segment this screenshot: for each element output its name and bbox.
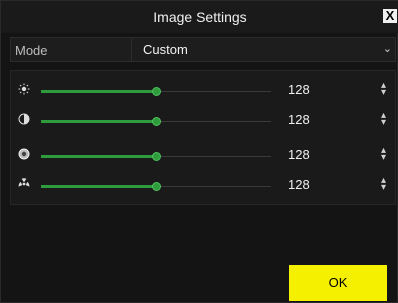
hue-slider-fill xyxy=(41,185,156,188)
mode-value: Custom xyxy=(143,42,188,57)
saturation-slider-handle[interactable] xyxy=(152,152,161,161)
mode-label: Mode xyxy=(15,43,48,58)
image-settings-dialog: Image Settings X Mode Custom ⌄ 128 ▴ ▾ 1… xyxy=(0,0,398,303)
title-bar: Image Settings X xyxy=(1,1,398,33)
contrast-spinner-icon[interactable]: ▴ ▾ xyxy=(381,111,386,128)
brightness-icon xyxy=(17,82,31,96)
contrast-value[interactable]: 128 xyxy=(288,112,310,127)
contrast-row: 128 ▴ ▾ xyxy=(11,109,397,129)
chevron-down-icon: ⌄ xyxy=(382,43,392,55)
contrast-slider-handle[interactable] xyxy=(152,117,161,126)
hue-spinner-icon[interactable]: ▴ ▾ xyxy=(381,176,386,193)
hue-slider-handle[interactable] xyxy=(152,182,161,191)
brightness-value[interactable]: 128 xyxy=(288,82,310,97)
contrast-slider-fill xyxy=(41,120,156,123)
ok-button[interactable]: OK xyxy=(289,265,387,301)
saturation-row: 128 ▴ ▾ xyxy=(11,144,397,164)
brightness-slider-fill xyxy=(41,90,156,93)
brightness-spinner-icon[interactable]: ▴ ▾ xyxy=(381,81,386,98)
brightness-row: 128 ▴ ▾ xyxy=(11,79,397,99)
hue-value[interactable]: 128 xyxy=(288,177,310,192)
mode-select[interactable]: Mode Custom ⌄ xyxy=(10,37,396,62)
mode-divider xyxy=(131,38,132,61)
contrast-icon xyxy=(17,112,31,126)
hue-row: 128 ▴ ▾ xyxy=(11,174,397,194)
brightness-slider-handle[interactable] xyxy=(152,87,161,96)
adjustments-panel: 128 ▴ ▾ 128 ▴ ▾ 128 ▴ ▾ 128 ▴ ▾ xyxy=(10,70,396,205)
saturation-slider-fill xyxy=(41,155,156,158)
close-button[interactable]: X xyxy=(383,9,397,23)
saturation-value[interactable]: 128 xyxy=(288,147,310,162)
hue-icon xyxy=(17,177,31,191)
saturation-icon xyxy=(17,147,31,161)
saturation-spinner-icon[interactable]: ▴ ▾ xyxy=(381,146,386,163)
dialog-title: Image Settings xyxy=(153,9,247,25)
